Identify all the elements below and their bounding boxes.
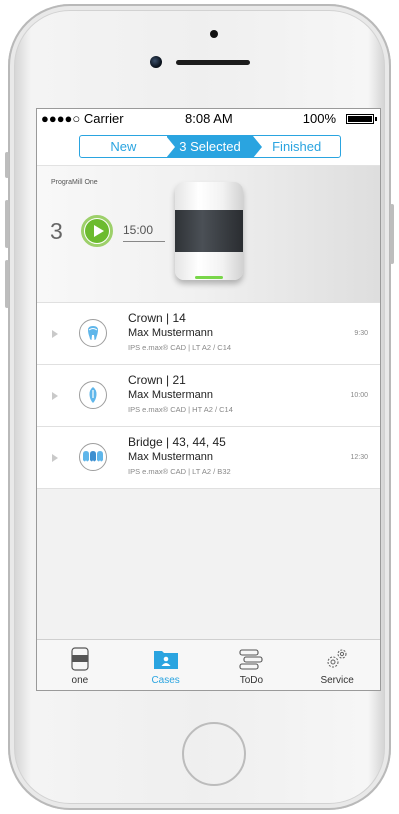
case-time: 12:30 [350,454,368,461]
queue-count: 3 [50,218,63,244]
case-time: 9:30 [354,330,368,337]
tab-service[interactable]: Service [294,640,380,690]
case-list: Crown | 14 Max Mustermann IPS e.max® CAD… [37,303,380,489]
case-patient: Max Mustermann [128,327,213,339]
tab-label: Service [320,675,354,686]
tab-todo[interactable]: ToDo [209,640,295,690]
tab-cases[interactable]: Cases [123,640,209,690]
expand-arrow-icon[interactable] [52,330,58,338]
case-time: 10:00 [350,392,368,399]
case-material: IPS e.max® CAD | HT A2 / C14 [128,405,233,414]
play-icon [85,219,109,243]
segment-finished[interactable]: Finished [253,136,340,157]
home-button[interactable] [182,722,246,786]
case-patient: Max Mustermann [128,389,213,401]
earpiece-speaker [176,60,250,65]
crown-tooth-icon [79,319,107,347]
start-milling-button[interactable] [81,215,113,247]
case-title: Bridge | 43, 44, 45 [128,435,226,449]
battery-percent: 100% [302,111,336,126]
tab-label: one [71,675,89,686]
case-patient: Max Mustermann [128,451,213,463]
carrier-label: ●●●●○ Carrier [41,111,124,126]
battery-icon [346,114,377,124]
filter-bar: New 3 Selected Finished [37,129,380,166]
case-row[interactable]: Crown | 21 Max Mustermann IPS e.max® CAD… [37,365,380,427]
case-title: Crown | 21 [128,373,186,387]
clock: 8:08 AM [185,111,233,126]
mute-switch [5,152,9,178]
power-button [390,204,394,264]
case-title: Crown | 14 [128,311,186,325]
front-camera [150,56,162,68]
case-row[interactable]: Crown | 14 Max Mustermann IPS e.max® CAD… [37,303,380,365]
segment-selected[interactable]: 3 Selected [165,136,262,157]
machine-panel: PrograMill One 3 15:00 [37,166,380,303]
tab-bar: one Cases ToDo Service [37,639,380,690]
machine-name: PrograMill One [51,179,98,186]
volume-up-button [5,200,9,248]
status-bar: ●●●●○ Carrier 8:08 AM 100% [37,109,380,129]
tab-label: Cases [151,675,180,686]
machine-window [175,210,243,252]
proximity-sensor [210,30,218,38]
volume-down-button [5,260,9,308]
expand-arrow-icon[interactable] [52,392,58,400]
case-material: IPS e.max® CAD | LT A2 / B32 [128,467,231,476]
milling-machine-image [175,182,243,280]
case-row[interactable]: Bridge | 43, 44, 45 Max Mustermann IPS e… [37,427,380,489]
case-filter-segmented-control: New 3 Selected Finished [79,135,341,158]
tab-one[interactable]: one [37,640,123,690]
app-screen: ●●●●○ Carrier 8:08 AM 100% New 3 Selecte… [36,108,381,691]
duration-underline [123,241,165,242]
machine-icon [67,647,93,671]
case-material: IPS e.max® CAD | LT A2 / C14 [128,343,232,352]
gears-icon [324,647,350,671]
milling-duration: 15:00 [123,223,154,237]
machine-status-light [195,276,223,279]
expand-arrow-icon[interactable] [52,454,58,462]
folder-icon [153,647,179,671]
segment-new[interactable]: New [80,136,167,157]
tab-label: ToDo [239,675,264,686]
bridge-tooth-icon [79,443,107,471]
incisor-tooth-icon [79,381,107,409]
todo-icon [238,647,264,671]
